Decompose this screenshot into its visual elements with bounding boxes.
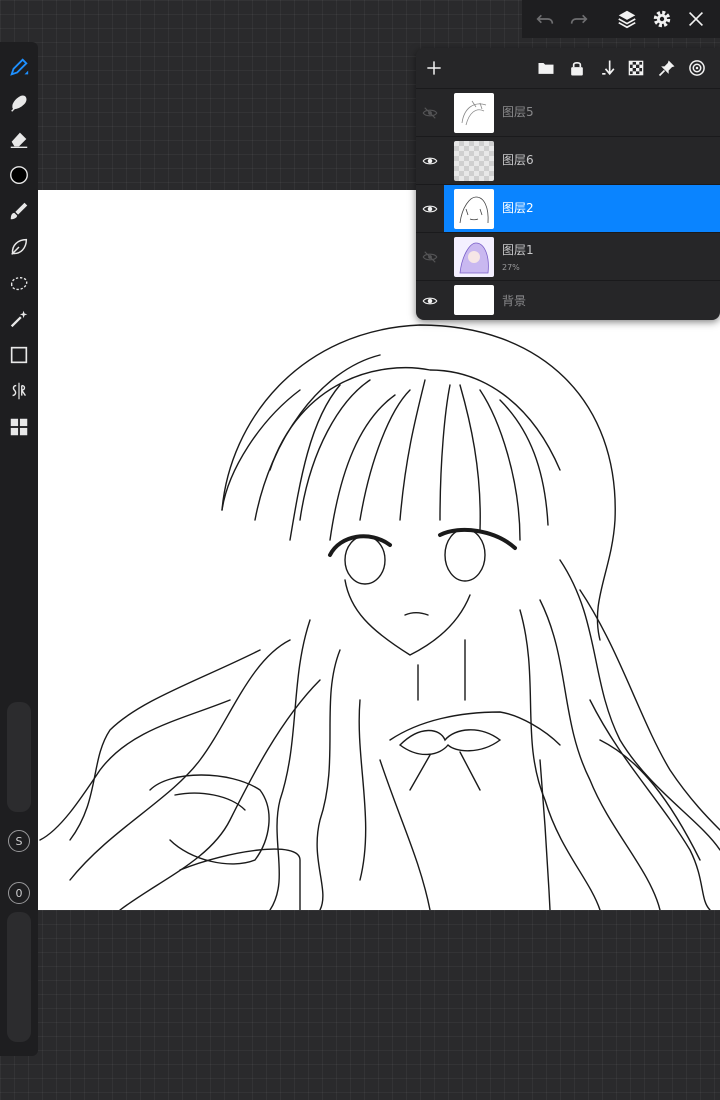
- visibility-toggle[interactable]: [420, 247, 440, 267]
- eraser-icon: [10, 132, 28, 148]
- color-circle-icon: [10, 166, 28, 184]
- layer-name: 图层5: [502, 105, 534, 119]
- left-toolbar: S 0: [0, 42, 38, 1056]
- magic-wand-icon: [10, 310, 28, 328]
- pen-icon: [10, 58, 29, 76]
- redo-icon: [570, 14, 588, 24]
- close-icon: [688, 11, 704, 27]
- visibility-toggle[interactable]: [420, 151, 440, 171]
- add-icon: [427, 61, 441, 75]
- rectangle-tool[interactable]: [4, 340, 34, 370]
- alpha-lock-button[interactable]: [624, 56, 648, 80]
- lasso-fill-tool[interactable]: [4, 232, 34, 262]
- visibility-toggle[interactable]: [420, 199, 440, 219]
- smudge-tool[interactable]: [4, 88, 34, 118]
- layer-item[interactable]: 图层2: [444, 185, 720, 233]
- merge-down-button[interactable]: [596, 56, 620, 80]
- lock-icon: [571, 61, 583, 76]
- pin-icon: [658, 60, 675, 77]
- layer-thumbnail: [454, 189, 494, 229]
- layer-thumbnail: [454, 237, 494, 277]
- layer-name: 图层2: [502, 201, 534, 215]
- redo-button[interactable]: [566, 6, 592, 32]
- layer-name: 背景: [502, 294, 527, 308]
- layer-item[interactable]: 图层1 27%: [444, 233, 720, 281]
- layer-row[interactable]: 图层6: [416, 136, 720, 185]
- smudge-icon: [11, 95, 27, 112]
- eraser-tool[interactable]: [4, 124, 34, 154]
- layer-row[interactable]: 图层1 27%: [416, 232, 720, 281]
- paint-tool[interactable]: [4, 196, 34, 226]
- layer-name: 图层1: [502, 243, 534, 257]
- eye-hidden-icon: [422, 107, 438, 119]
- size-button[interactable]: S: [8, 830, 30, 852]
- checker-icon: [628, 60, 644, 76]
- lasso-tool[interactable]: [4, 268, 34, 298]
- brush-size-slider[interactable]: [7, 702, 31, 812]
- layers-button[interactable]: [614, 6, 640, 32]
- symmetry-icon: [12, 382, 26, 400]
- layer-item[interactable]: 图层6: [444, 137, 720, 185]
- eye-icon: [422, 297, 438, 305]
- layer-thumbnail: [454, 141, 494, 181]
- visibility-toggle[interactable]: [420, 103, 440, 123]
- layer-thumbnail: [454, 93, 494, 133]
- add-layer-button[interactable]: [422, 56, 446, 80]
- folder-icon: [538, 63, 554, 74]
- square-icon: [10, 346, 28, 364]
- symmetry-tool[interactable]: [4, 376, 34, 406]
- layers-panel-header: [416, 48, 720, 88]
- top-bar: [522, 0, 720, 38]
- eye-hidden-icon: [422, 251, 438, 263]
- layers-panel: 图层5 图层6 图层2 图层1 27% 背景: [416, 48, 720, 320]
- settings-button[interactable]: [649, 6, 675, 32]
- merge-down-icon: [602, 60, 615, 76]
- layers-icon: [618, 10, 636, 29]
- layout-tool[interactable]: [4, 412, 34, 442]
- layer-opacity: 27%: [502, 263, 520, 272]
- lock-layer-button[interactable]: [565, 56, 589, 80]
- brush-tool[interactable]: [4, 52, 34, 82]
- eye-icon: [422, 205, 438, 213]
- layer-row[interactable]: 背景: [416, 280, 720, 321]
- clip-layer-button[interactable]: [655, 56, 679, 80]
- layer-thumbnail: [454, 285, 494, 315]
- close-button[interactable]: [683, 6, 709, 32]
- magic-wand-tool[interactable]: [4, 304, 34, 334]
- target-icon: [689, 60, 705, 76]
- opacity-button[interactable]: 0: [8, 882, 30, 904]
- gear-icon: [653, 10, 671, 28]
- undo-button[interactable]: [532, 6, 558, 32]
- layer-name: 图层6: [502, 153, 534, 167]
- lasso-icon: [10, 277, 28, 291]
- layer-item[interactable]: 图层5: [444, 89, 720, 137]
- layer-row[interactable]: 图层5: [416, 88, 720, 137]
- color-tool[interactable]: [4, 160, 34, 190]
- reference-button[interactable]: [685, 56, 709, 80]
- paintbrush-icon: [10, 202, 28, 220]
- opacity-slider[interactable]: [7, 912, 31, 1042]
- eye-icon: [422, 157, 438, 165]
- layer-row-selected[interactable]: 图层2: [416, 184, 720, 233]
- new-group-button[interactable]: [534, 56, 558, 80]
- grid-icon: [10, 418, 28, 436]
- layer-item[interactable]: 背景: [444, 281, 720, 321]
- leaf-icon: [11, 238, 28, 255]
- undo-icon: [536, 14, 554, 24]
- visibility-toggle[interactable]: [420, 291, 440, 311]
